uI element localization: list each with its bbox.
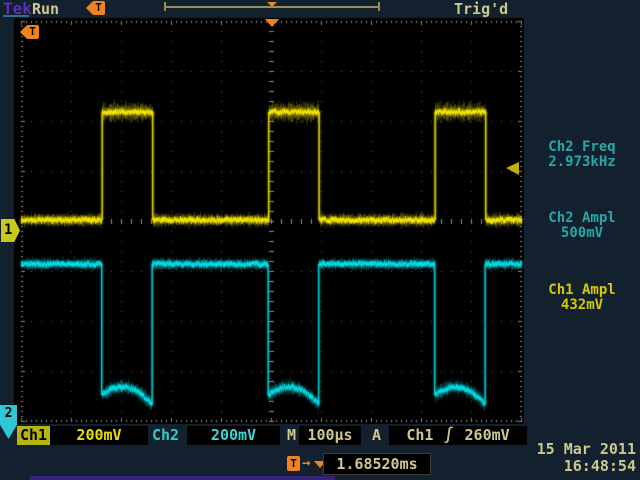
date-text: 15 Mar 2011 bbox=[537, 441, 636, 458]
trigger-status: Trig'd bbox=[454, 0, 508, 18]
record-right-bracket bbox=[378, 2, 380, 11]
measurement-label: Ch2 Freq bbox=[528, 140, 636, 155]
ch2-ground-marker: 2 bbox=[0, 405, 17, 439]
time-text: 16:48:54 bbox=[537, 458, 636, 475]
rising-edge-icon: ∫ bbox=[441, 426, 457, 445]
trigger-time-value: 1.68520ms bbox=[323, 453, 431, 475]
trigger-level-arrow-icon bbox=[506, 162, 519, 175]
ch1-badge: Ch1 bbox=[17, 426, 50, 445]
menu-hint-strip bbox=[30, 476, 335, 480]
right-arrow-icon: → bbox=[302, 455, 310, 471]
trigger-horizontal-position-icon bbox=[265, 19, 279, 27]
acquisition-status: Run bbox=[32, 0, 59, 18]
trigger-t-icon: T bbox=[287, 456, 300, 471]
ch2-label: Ch2 bbox=[152, 426, 179, 445]
measurement-ch2-ampl: Ch2 Ampl 500mV bbox=[528, 211, 636, 241]
trigger-mode-label: A bbox=[372, 426, 381, 445]
trigger-reference-icon: T bbox=[20, 25, 39, 39]
datetime-readout: 15 Mar 2011 16:48:54 bbox=[537, 441, 636, 475]
ch1-scale: 200mV bbox=[50, 426, 148, 445]
trigger-source: Ch1 bbox=[406, 426, 433, 444]
trigger-level: 260mV bbox=[465, 426, 510, 444]
measurement-ch2-freq: Ch2 Freq 2.973kHz bbox=[528, 140, 636, 170]
trigger-readout: Ch1 ∫ 260mV bbox=[389, 426, 527, 445]
record-trigger-marker-icon bbox=[267, 2, 277, 7]
trigger-position-icon: T bbox=[86, 1, 105, 15]
record-left-bracket bbox=[164, 2, 166, 11]
measurement-label: Ch1 Ampl bbox=[528, 283, 636, 298]
oscilloscope-screen: Tek Run T Trig'd T 1 2 Ch2 Freq 2.973kHz… bbox=[0, 0, 640, 480]
timebase-label: M bbox=[287, 426, 296, 445]
measurement-value: 2.973kHz bbox=[528, 155, 636, 170]
trigger-t-icon: T bbox=[26, 25, 39, 39]
measurement-ch1-ampl: Ch1 Ampl 432mV bbox=[528, 283, 636, 313]
ch2-scale: 200mV bbox=[187, 426, 280, 445]
measurement-value: 432mV bbox=[528, 298, 636, 313]
measurement-label: Ch2 Ampl bbox=[528, 211, 636, 226]
waveform-display bbox=[14, 18, 524, 424]
trigger-t-icon: T bbox=[92, 1, 105, 15]
timebase-value: 100µs bbox=[299, 426, 361, 445]
measurement-value: 500mV bbox=[528, 226, 636, 241]
tek-logo-underline bbox=[3, 15, 29, 17]
